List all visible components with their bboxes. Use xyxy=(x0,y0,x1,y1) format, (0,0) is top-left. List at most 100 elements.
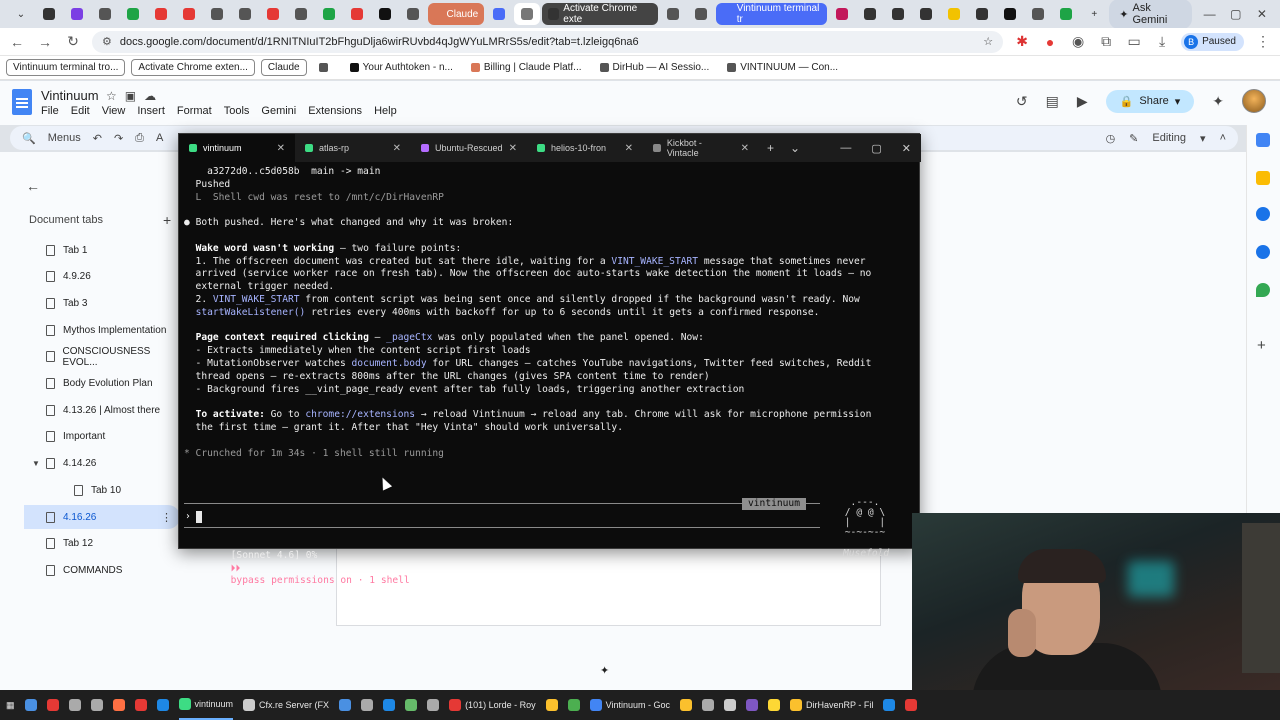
cloud-status-icon[interactable]: ☁ xyxy=(144,89,156,103)
browser-tab[interactable]: Claude xyxy=(428,3,485,25)
minimize-button[interactable]: — xyxy=(1202,7,1218,21)
contacts-icon[interactable] xyxy=(1256,245,1270,259)
close-tab-icon[interactable]: ✕ xyxy=(393,143,401,154)
forward-icon[interactable]: → xyxy=(36,34,54,50)
browser-tab[interactable] xyxy=(941,3,967,25)
gemini-sparkle-icon[interactable]: ✦ xyxy=(600,664,609,677)
menu-extensions[interactable]: Extensions xyxy=(308,105,362,117)
tasks-icon[interactable] xyxy=(1256,207,1270,221)
browser-tab[interactable] xyxy=(92,3,118,25)
text-cursor[interactable] xyxy=(196,511,202,523)
print-icon[interactable]: ⎙ xyxy=(135,132,144,145)
browser-tab[interactable] xyxy=(486,3,512,25)
add-addon-icon[interactable]: + xyxy=(1257,337,1266,354)
document-tab-item[interactable]: ▼ 4.14.26 xyxy=(24,452,180,476)
document-tab-item[interactable]: Important xyxy=(24,425,180,449)
terminal-tab[interactable]: Ubuntu-Rescued ✕ xyxy=(411,134,527,162)
terminal-close-button[interactable]: ✕ xyxy=(902,142,911,155)
taskbar-item[interactable] xyxy=(134,690,147,720)
document-tab-item[interactable]: 4.16.26 ⋮ xyxy=(24,505,180,529)
extension-icon[interactable]: ✱ xyxy=(1013,33,1031,50)
terminal-maximize-button[interactable]: ▢ xyxy=(871,142,881,155)
taskbar-item[interactable] xyxy=(701,690,714,720)
browser-tab[interactable] xyxy=(660,3,686,25)
taskbar-item[interactable] xyxy=(723,690,736,720)
taskbar-item[interactable] xyxy=(156,690,169,720)
taskbar-item[interactable] xyxy=(383,690,396,720)
close-tab-icon[interactable]: ✕ xyxy=(741,143,749,154)
browser-tab[interactable] xyxy=(344,3,370,25)
expand-caret-icon[interactable]: ▼ xyxy=(32,459,40,468)
browser-tab[interactable] xyxy=(148,3,174,25)
browser-tab[interactable] xyxy=(36,3,62,25)
close-button[interactable]: ✕ xyxy=(1254,7,1270,21)
taskbar-item[interactable]: vintinuum xyxy=(178,690,234,720)
document-tab-item[interactable]: Tab 10 xyxy=(24,478,180,502)
document-tab-item[interactable]: 4.9.26 xyxy=(24,265,180,289)
document-tab-item[interactable]: Mythos Implementation xyxy=(24,318,180,342)
browser-tab[interactable] xyxy=(1053,3,1079,25)
browser-tab[interactable] xyxy=(885,3,911,25)
browser-tab[interactable] xyxy=(372,3,398,25)
redo-icon[interactable]: ↷ xyxy=(114,132,123,145)
bookmark-item[interactable]: Your Authtoken - n... xyxy=(344,60,459,75)
taskbar-item[interactable] xyxy=(112,690,125,720)
taskbar-item[interactable] xyxy=(745,690,758,720)
calendar-icon[interactable] xyxy=(1256,133,1270,147)
menu-file[interactable]: File xyxy=(41,105,59,117)
chevron-down-icon[interactable]: ▾ xyxy=(1200,132,1206,145)
profile-button[interactable]: B Paused xyxy=(1181,32,1244,51)
document-tab-item[interactable]: Tab 1 xyxy=(24,238,180,262)
gemini-icon[interactable]: ✦ xyxy=(1212,93,1224,110)
account-avatar[interactable] xyxy=(1242,89,1266,113)
document-tab-item[interactable]: Tab 12 xyxy=(24,532,180,556)
menu-format[interactable]: Format xyxy=(177,105,212,117)
edit-pencil-icon[interactable]: ✎ xyxy=(1129,132,1138,145)
maps-icon[interactable] xyxy=(1256,283,1270,297)
close-tab-icon[interactable]: ✕ xyxy=(509,143,517,154)
menu-tools[interactable]: Tools xyxy=(224,105,250,117)
terminal-tab[interactable]: atlas-rp ✕ xyxy=(295,134,411,162)
document-tab-item[interactable]: 4.13.26 | Almost there xyxy=(24,398,180,422)
browser-tab[interactable] xyxy=(514,3,541,25)
comments-icon[interactable]: ▤ xyxy=(1046,93,1059,110)
download-icon[interactable]: ⤓ xyxy=(1153,33,1171,50)
undo-icon[interactable]: ↶ xyxy=(93,132,102,145)
record-icon[interactable]: ● xyxy=(1041,34,1059,50)
terminal-dropdown-button[interactable]: ⌄ xyxy=(782,141,808,155)
bookmark-item[interactable]: DirHub — AI Sessio... xyxy=(594,60,716,75)
browser-tab[interactable] xyxy=(288,3,314,25)
back-icon[interactable]: ← xyxy=(8,34,26,50)
taskbar-item[interactable] xyxy=(46,690,59,720)
bookmark-star-icon[interactable]: ☆ xyxy=(983,35,993,48)
tab-list-icon[interactable]: ⌄ xyxy=(8,3,34,25)
ask-gemini-button[interactable]: ✦ Ask Gemini xyxy=(1109,0,1192,29)
taskbar-item[interactable] xyxy=(361,690,374,720)
terminal-tab[interactable]: vintinuum ✕ xyxy=(179,134,295,162)
browser-tab[interactable] xyxy=(204,3,230,25)
menu-help[interactable]: Help xyxy=(374,105,397,117)
add-tab-button[interactable]: + xyxy=(163,212,171,228)
taskbar-item[interactable] xyxy=(767,690,780,720)
menu-insert[interactable]: Insert xyxy=(137,105,165,117)
taskbar-item[interactable] xyxy=(679,690,692,720)
address-bar[interactable]: ⚙ docs.google.com/document/d/1RNITNIuIT2… xyxy=(92,30,1004,53)
maximize-button[interactable]: ▢ xyxy=(1228,7,1244,21)
tab-options-icon[interactable]: ⋮ xyxy=(161,511,172,524)
taskbar-item[interactable] xyxy=(427,690,440,720)
taskbar-item[interactable] xyxy=(339,690,352,720)
terminal-output[interactable]: a3272d0..c5d058b main -> main Pushed L S… xyxy=(179,162,921,586)
browser-tab[interactable] xyxy=(997,3,1023,25)
meet-icon[interactable]: ▶ xyxy=(1077,93,1088,110)
browser-tab[interactable] xyxy=(232,3,258,25)
extensions-puzzle-icon[interactable]: ⧉ xyxy=(1097,33,1115,50)
bookmark-item[interactable]: Activate Chrome exten... xyxy=(131,59,255,76)
spellcheck-icon[interactable]: A xyxy=(156,132,163,144)
browser-tab[interactable] xyxy=(176,3,202,25)
taskbar-item[interactable]: DirHavenRP - Fil xyxy=(789,690,873,720)
menu-gemini[interactable]: Gemini xyxy=(261,105,296,117)
bookmark-item[interactable] xyxy=(313,61,338,74)
browser-tab[interactable] xyxy=(829,3,855,25)
docs-logo-icon[interactable] xyxy=(12,89,32,115)
browser-tab[interactable] xyxy=(688,3,714,25)
